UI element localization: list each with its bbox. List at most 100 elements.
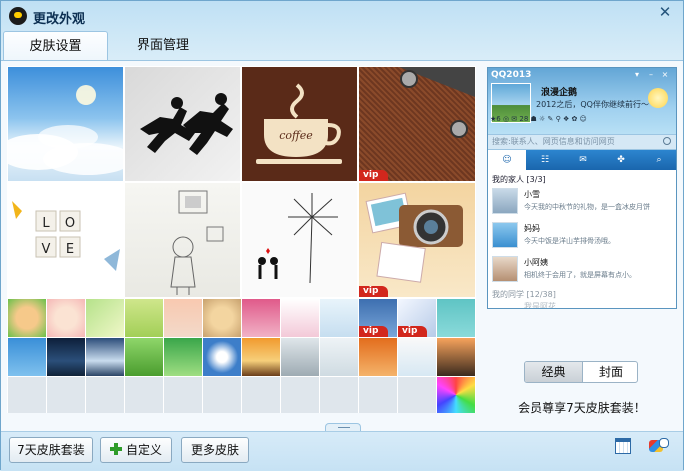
color-palette-icon[interactable]: [649, 438, 669, 454]
skin-tile-small[interactable]: [320, 338, 358, 376]
skin-tile-small[interactable]: [86, 299, 124, 337]
letter-o: O: [65, 216, 75, 231]
preview-tab-apps-icon: ✤: [617, 155, 625, 165]
skin-tile-small[interactable]: [47, 299, 85, 337]
skin-tile-dandelion[interactable]: [242, 183, 357, 297]
window-title: 更改外观: [33, 12, 86, 27]
preview-faded-contact: 我是阿花: [524, 302, 556, 309]
skin-tile-small[interactable]: [320, 299, 358, 337]
preview-contact-list: 我的家人 [3/3] 小雪 今天我的中秋节的礼物，是一盒冰皮月饼 妈妈 今天中饭…: [488, 170, 676, 309]
preview-window-title: QQ2013: [491, 70, 532, 80]
preview-toolbar-icons: ★6 ◎ ✉ 28 ☗ ☼ ✎ ⚲ ❖ ✿ ☺: [490, 115, 587, 123]
skin-tile-small[interactable]: [320, 377, 358, 413]
sketch-girl-graphic: [170, 190, 224, 295]
skin-tile-small[interactable]: vip: [398, 299, 436, 337]
preview-menu-icon: ▾: [634, 70, 639, 79]
custom-skin-button[interactable]: 自定义: [100, 437, 172, 463]
skin-tile-silhouettes[interactable]: [125, 67, 240, 181]
vip-badge: vip: [359, 326, 389, 337]
mode-classic-button[interactable]: 经典: [525, 362, 582, 382]
tab-bar: 皮肤设置 界面管理: [1, 31, 683, 61]
calendar-icon[interactable]: [615, 438, 631, 454]
skin-tile-small[interactable]: [242, 338, 280, 376]
letter-v: V: [42, 242, 51, 257]
skin-tile-small[interactable]: [281, 338, 319, 376]
skin-tile-small[interactable]: [164, 299, 202, 337]
skin-tile-small[interactable]: [203, 377, 241, 413]
skin-tile-small[interactable]: [125, 338, 163, 376]
vip-promo-text: 会员尊享7天皮肤套装！: [518, 401, 646, 415]
skin-tile-small[interactable]: [164, 338, 202, 376]
custom-skin-label: 自定义: [125, 443, 162, 457]
preview-tabs: ☺ ☷ ✉ ✤ ⌕: [488, 150, 676, 170]
close-button[interactable]: ✕: [657, 3, 673, 21]
more-skins-button[interactable]: 更多皮肤: [181, 437, 249, 463]
skin-tile-small[interactable]: [125, 299, 163, 337]
skin-tile-small[interactable]: [281, 299, 319, 337]
skin-tile-small[interactable]: [242, 299, 280, 337]
preview-contact: 妈妈 今天中饭是洋山芋排骨汤哦。: [492, 220, 676, 252]
tab-interface-management[interactable]: 界面管理: [113, 31, 213, 61]
skin-tile-small[interactable]: [47, 377, 85, 413]
skin-tile-small[interactable]: [242, 377, 280, 413]
love-tiles-graphic: L O V E: [12, 201, 120, 271]
vip-badge: vip: [398, 326, 428, 337]
skin-tile-small[interactable]: [203, 299, 241, 337]
skin-tile-small[interactable]: [398, 377, 436, 413]
preview-nickname: 浪漫企鹅: [541, 88, 578, 98]
qq-penguin-icon: [9, 7, 27, 25]
skin-tile-small[interactable]: vip: [359, 299, 397, 337]
contact-avatar: [492, 188, 518, 214]
preview-tab-search-icon: ⌕: [656, 155, 662, 165]
title-bar[interactable]: 更改外观 ✕: [1, 1, 683, 31]
skin-tile-small[interactable]: [8, 377, 46, 413]
skin-tile-small[interactable]: [437, 299, 475, 337]
skin-tile-sky[interactable]: [8, 67, 123, 181]
mode-cover-button[interactable]: 封面: [582, 362, 637, 382]
skin-tile-coffee[interactable]: coffee: [242, 67, 357, 181]
skin-tile-small[interactable]: [281, 377, 319, 413]
skin-tile-small[interactable]: [86, 377, 124, 413]
skin-tile-love[interactable]: L O V E: [8, 183, 123, 297]
bottom-toolbar: 7天皮肤套装 自定义 更多皮肤: [1, 431, 683, 471]
preview-tab-messages-icon: ✉: [579, 155, 587, 165]
mode-toggle: 经典 封面: [524, 361, 638, 383]
preview-search-box: 搜索:联系人、网页信息和访问网页: [488, 134, 676, 150]
seven-day-skin-pack-button[interactable]: 7天皮肤套装: [9, 437, 93, 463]
skin-tile-small[interactable]: [47, 338, 85, 376]
skin-tile-small[interactable]: [8, 338, 46, 376]
skin-tile-small[interactable]: [125, 377, 163, 413]
preview-group-classmates: 我的同学 [12/38]: [492, 290, 556, 299]
contact-name: 小雪: [524, 190, 540, 199]
preview-contact: 小雪 今天我的中秋节的礼物，是一盒冰皮月饼: [492, 186, 676, 218]
plus-icon: [109, 443, 122, 455]
skin-grid: coffee vip L O V E vip vip vip: [7, 66, 476, 413]
camera-graphic: [365, 192, 463, 283]
skin-tile-small[interactable]: [437, 338, 475, 376]
skin-tile-camera[interactable]: vip: [359, 183, 475, 297]
letter-e: E: [66, 242, 74, 257]
skin-tile-leather[interactable]: vip: [359, 67, 475, 181]
skin-tile-small[interactable]: [359, 338, 397, 376]
skin-tile-small[interactable]: [437, 377, 475, 413]
skin-tile-small[interactable]: [8, 299, 46, 337]
coffee-cup-graphic: coffee: [256, 83, 342, 164]
skin-tile-small[interactable]: [359, 377, 397, 413]
skin-tile-sketch-girl[interactable]: [125, 183, 240, 297]
vip-badge: vip: [359, 286, 389, 297]
skin-tile-small[interactable]: [203, 338, 241, 376]
skin-tile-small[interactable]: [398, 338, 436, 376]
skin-settings-window: 更改外观 ✕ 皮肤设置 界面管理 coffee vip L O V E vip …: [0, 0, 684, 471]
contact-name: 妈妈: [524, 224, 540, 233]
skin-tile-small[interactable]: [164, 377, 202, 413]
skin-preview-panel: QQ2013 ▾ – × 浪漫企鹅 2012之后，QQ伴你继续前行～ ★6 ◎ …: [487, 67, 677, 309]
tab-skin-settings[interactable]: 皮肤设置: [3, 31, 108, 61]
skin-tile-small[interactable]: [86, 338, 124, 376]
contact-name: 小阿姨: [524, 258, 548, 267]
skin-content-area: coffee vip L O V E vip vip vip QQ2013 ▾ …: [1, 60, 683, 435]
preview-close-icon: ×: [661, 70, 669, 79]
preview-header: QQ2013 ▾ – × 浪漫企鹅 2012之后，QQ伴你继续前行～ ★6 ◎ …: [488, 68, 676, 134]
weather-sun-icon: [648, 88, 668, 108]
contact-avatar: [492, 222, 518, 248]
letter-l: L: [42, 216, 50, 231]
